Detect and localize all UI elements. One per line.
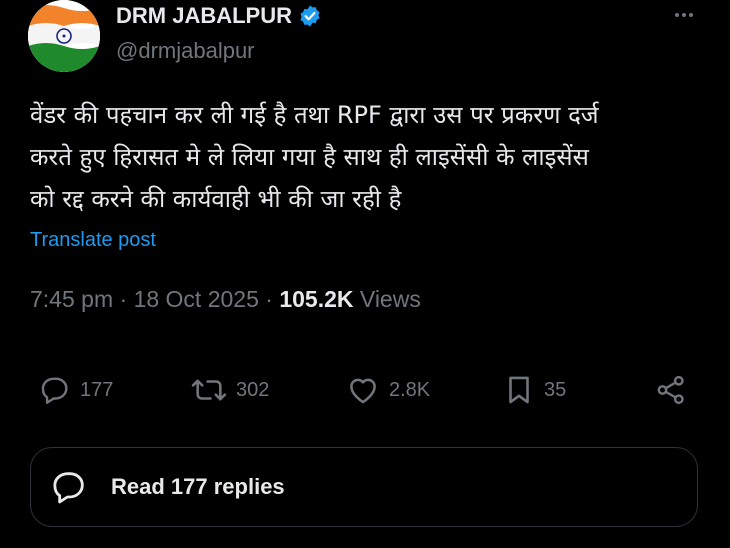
read-replies-button[interactable]: Read 177 replies xyxy=(30,447,698,527)
display-name[interactable]: DRM JABALPUR xyxy=(116,3,292,29)
india-flag-avatar-icon xyxy=(28,0,100,72)
reply-icon xyxy=(41,377,68,404)
share-button[interactable] xyxy=(654,368,688,412)
heart-icon xyxy=(350,378,376,404)
repost-button[interactable]: 302 xyxy=(190,368,269,412)
reply-button[interactable]: 177 xyxy=(38,368,113,412)
reply-count: 177 xyxy=(80,378,114,401)
avatar[interactable] xyxy=(28,0,100,72)
views-count: 105.2K xyxy=(279,286,354,312)
post: DRM JABALPUR @drmjabalpur वेंडर की पहचान… xyxy=(0,0,730,548)
bookmark-button[interactable]: 35 xyxy=(502,368,566,412)
repost-count: 302 xyxy=(236,378,270,401)
translate-post-link[interactable]: Translate post xyxy=(30,229,156,252)
like-count: 2.8K xyxy=(389,378,431,401)
share-icon xyxy=(657,375,684,405)
repost-icon xyxy=(191,379,227,401)
post-text-line: को रद्द करने की कार्यवाही भी की जा रही ह… xyxy=(30,185,402,213)
like-button[interactable]: 2.8K xyxy=(345,368,430,412)
post-text-line: वेंडर की पहचान कर ली गई है तथा RPF द्वार… xyxy=(30,101,599,129)
post-text-line: करते हुए हिरासत मे ले लिया गया है साथ ही… xyxy=(30,143,589,171)
verified-badge-icon xyxy=(300,5,320,27)
separator: · xyxy=(265,286,273,312)
post-text: वेंडर की पहचान कर ली गई है तथा RPF द्वार… xyxy=(30,94,710,220)
post-meta: 7:45 pm · 18 Oct 2025 · 105.2K Views xyxy=(30,286,421,313)
action-bar: 177 302 2.8K 35 xyxy=(0,368,730,412)
read-replies-label: Read 177 replies xyxy=(111,474,285,499)
reply-bubble-icon xyxy=(53,472,84,504)
bookmark-icon xyxy=(509,376,529,404)
author-row: DRM JABALPUR xyxy=(116,3,322,29)
separator: · xyxy=(119,286,128,312)
more-options-icon[interactable] xyxy=(664,0,704,30)
post-date[interactable]: 18 Oct 2025 xyxy=(134,286,259,312)
bookmark-count: 35 xyxy=(544,378,567,401)
handle[interactable]: @drmjabalpur xyxy=(116,38,255,64)
views-label: Views xyxy=(359,286,421,312)
post-time[interactable]: 7:45 pm xyxy=(30,286,113,312)
